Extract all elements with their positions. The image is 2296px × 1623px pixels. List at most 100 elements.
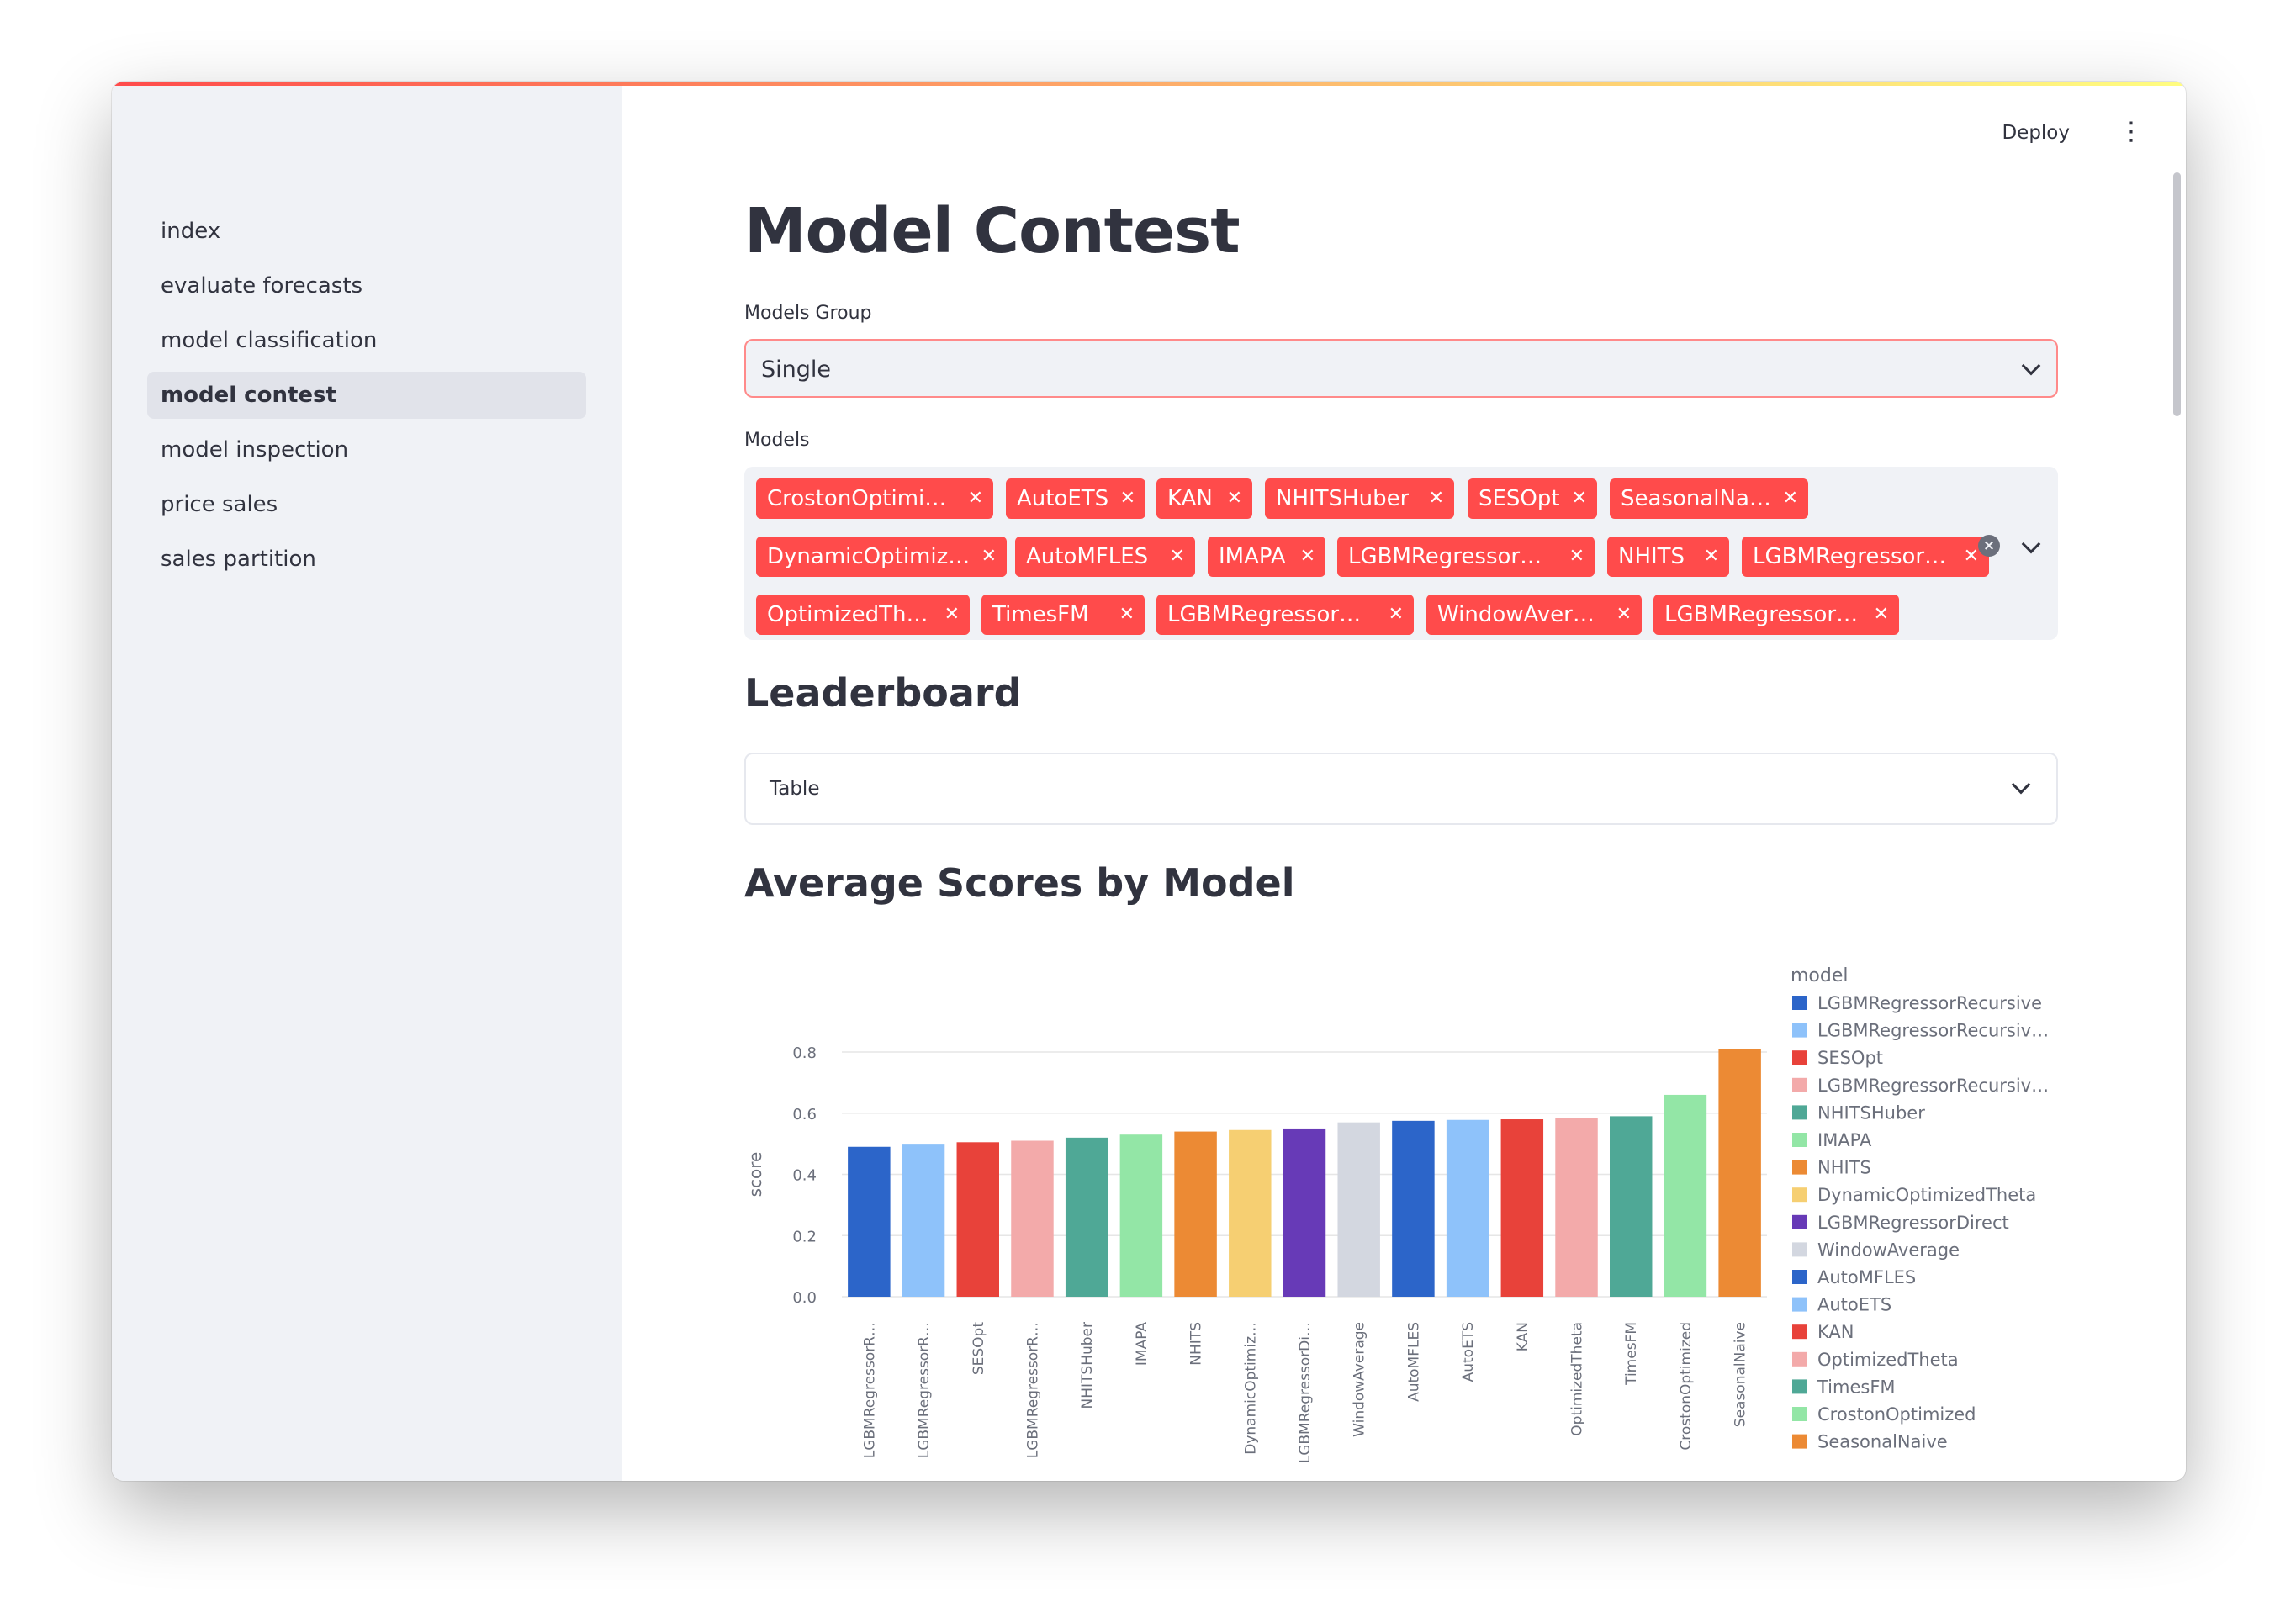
x-tick-label: AutoMFLES	[1405, 1322, 1422, 1402]
clear-all-icon[interactable]: ×	[1978, 535, 2000, 557]
model-chip[interactable]: LGBMRegressor… ✕	[1337, 537, 1595, 577]
remove-chip-icon[interactable]: ✕	[981, 537, 997, 577]
sidebar-item-price-sales[interactable]: price sales	[147, 481, 586, 528]
model-chip-label: KAN	[1167, 486, 1213, 511]
legend-swatch	[1792, 1434, 1807, 1449]
x-tick-label: LGBMRegressorDi…	[1297, 1322, 1314, 1463]
remove-chip-icon[interactable]: ✕	[1964, 537, 1979, 577]
model-chip-label: AutoMFLES	[1026, 544, 1149, 569]
model-chip[interactable]: AutoMFLES ✕	[1015, 537, 1195, 577]
more-options-icon[interactable]: ⋮	[2119, 119, 2144, 145]
legend-swatch	[1792, 1050, 1807, 1065]
model-chip[interactable]: NHITSHuber ✕	[1265, 478, 1454, 519]
bar	[1337, 1122, 1380, 1297]
legend-label: WindowAverage	[1817, 1240, 1960, 1260]
x-tick-label: DynamicOptimiz…	[1242, 1322, 1259, 1455]
legend-label: LGBMRegressorRecursiv…	[1817, 1076, 2049, 1096]
model-chip[interactable]: SeasonalNaive ✕	[1610, 478, 1808, 519]
remove-chip-icon[interactable]: ✕	[1227, 478, 1242, 519]
sidebar-item-index[interactable]: index	[147, 208, 586, 255]
remove-chip-icon[interactable]: ✕	[1119, 595, 1135, 635]
legend-swatch	[1792, 1187, 1807, 1203]
model-chip[interactable]: SESOpt ✕	[1468, 478, 1597, 519]
chevron-down-icon	[2011, 774, 2031, 795]
legend-swatch	[1792, 1105, 1807, 1120]
legend-title: model	[1791, 965, 1849, 986]
sidebar-item-evaluate-forecasts[interactable]: evaluate forecasts	[147, 262, 586, 309]
bar	[1718, 1049, 1761, 1297]
sidebar: index evaluate forecasts model classific…	[112, 82, 622, 1481]
legend-swatch	[1792, 1160, 1807, 1175]
remove-chip-icon[interactable]: ✕	[968, 478, 983, 519]
y-axis-label: score	[745, 1152, 765, 1197]
legend-swatch	[1792, 1379, 1807, 1394]
scrollbar[interactable]	[2173, 172, 2181, 416]
model-chip[interactable]: TimesFM ✕	[981, 595, 1145, 635]
legend-swatch	[1792, 1324, 1807, 1340]
sidebar-item-model-contest[interactable]: model contest	[147, 372, 586, 419]
remove-chip-icon[interactable]: ✕	[1429, 478, 1444, 519]
bar	[1065, 1137, 1108, 1297]
remove-chip-icon[interactable]: ✕	[1874, 595, 1889, 635]
y-tick-label: 0.8	[792, 1044, 817, 1062]
decoration-bar	[112, 82, 2186, 86]
model-chip[interactable]: DynamicOptimiz… ✕	[756, 537, 1007, 577]
y-tick-label: 0.4	[792, 1167, 817, 1185]
remove-chip-icon[interactable]: ✕	[1783, 478, 1798, 519]
x-tick-label: SESOpt	[971, 1322, 987, 1375]
bar	[1446, 1119, 1489, 1297]
legend-label: AutoETS	[1817, 1295, 1891, 1315]
model-chip[interactable]: CrostonOptimized ✕	[756, 478, 993, 519]
model-chip-label: SeasonalNaive	[1621, 486, 1772, 511]
bar	[1500, 1119, 1544, 1297]
models-multiselect[interactable]: CrostonOptimized ✕ AutoETS ✕ KAN ✕ NHITSHuber ✕…	[744, 467, 2058, 640]
model-chip[interactable]: IMAPA ✕	[1208, 537, 1325, 577]
remove-chip-icon[interactable]: ✕	[1120, 478, 1135, 519]
main-area: Deploy ⋮ Model Contest Models Group Sing…	[622, 82, 2186, 1481]
legend-swatch	[1792, 1077, 1807, 1092]
model-chip-label: IMAPA	[1219, 544, 1286, 569]
model-chip-label: WindowAverage	[1437, 602, 1606, 627]
x-tick-label: WindowAverage	[1352, 1322, 1368, 1437]
legend-swatch	[1792, 996, 1807, 1010]
model-chip[interactable]: LGBMRegressor… ✕	[1653, 595, 1899, 635]
model-chip-label: LGBMRegressor…	[1664, 602, 1859, 627]
legend-label: TimesFM	[1817, 1377, 1896, 1397]
x-tick-label: AutoETS	[1460, 1322, 1477, 1382]
table-expander[interactable]: Table	[744, 753, 2058, 825]
model-chip[interactable]: LGBMRegressor… ✕	[1156, 595, 1414, 635]
model-chip[interactable]: KAN ✕	[1156, 478, 1252, 519]
x-tick-label: LGBMRegressorR…	[916, 1322, 933, 1458]
remove-chip-icon[interactable]: ✕	[1616, 595, 1632, 635]
bar	[1119, 1134, 1163, 1297]
bar	[956, 1142, 999, 1297]
sidebar-item-sales-partition[interactable]: sales partition	[147, 536, 586, 583]
models-group-label: Models Group	[744, 303, 872, 324]
remove-chip-icon[interactable]: ✕	[1572, 478, 1587, 519]
remove-chip-icon[interactable]: ✕	[1170, 537, 1185, 577]
sidebar-item-model-inspection[interactable]: model inspection	[147, 426, 586, 473]
model-chip[interactable]: OptimizedTheta ✕	[756, 595, 970, 635]
remove-chip-icon[interactable]: ✕	[1300, 537, 1315, 577]
deploy-button[interactable]: Deploy	[2002, 122, 2070, 144]
model-chip[interactable]: LGBMRegressor… ✕	[1742, 537, 1989, 577]
model-chip[interactable]: AutoETS ✕	[1006, 478, 1145, 519]
bar	[1283, 1128, 1326, 1297]
model-chip[interactable]: NHITS ✕	[1607, 537, 1729, 577]
leaderboard-heading: Leaderboard	[744, 670, 1022, 716]
legend-label: CrostonOptimized	[1817, 1404, 1976, 1425]
x-tick-label: LGBMRegressorR…	[861, 1322, 878, 1458]
remove-chip-icon[interactable]: ✕	[1569, 537, 1584, 577]
remove-chip-icon[interactable]: ✕	[1704, 537, 1719, 577]
chevron-down-icon[interactable]	[2021, 534, 2041, 554]
sidebar-item-model-classification[interactable]: model classification	[147, 317, 586, 364]
legend-label: KAN	[1817, 1322, 1854, 1342]
model-chip[interactable]: WindowAverage ✕	[1426, 595, 1642, 635]
remove-chip-icon[interactable]: ✕	[944, 595, 960, 635]
model-chip-label: LGBMRegressor…	[1753, 544, 1947, 569]
remove-chip-icon[interactable]: ✕	[1389, 595, 1404, 635]
models-group-select[interactable]: Single	[744, 339, 2058, 398]
legend-label: LGBMRegressorDirect	[1817, 1213, 2009, 1233]
chart-heading: Average Scores by Model	[744, 860, 1295, 906]
model-chip-label: CrostonOptimized	[767, 486, 957, 511]
